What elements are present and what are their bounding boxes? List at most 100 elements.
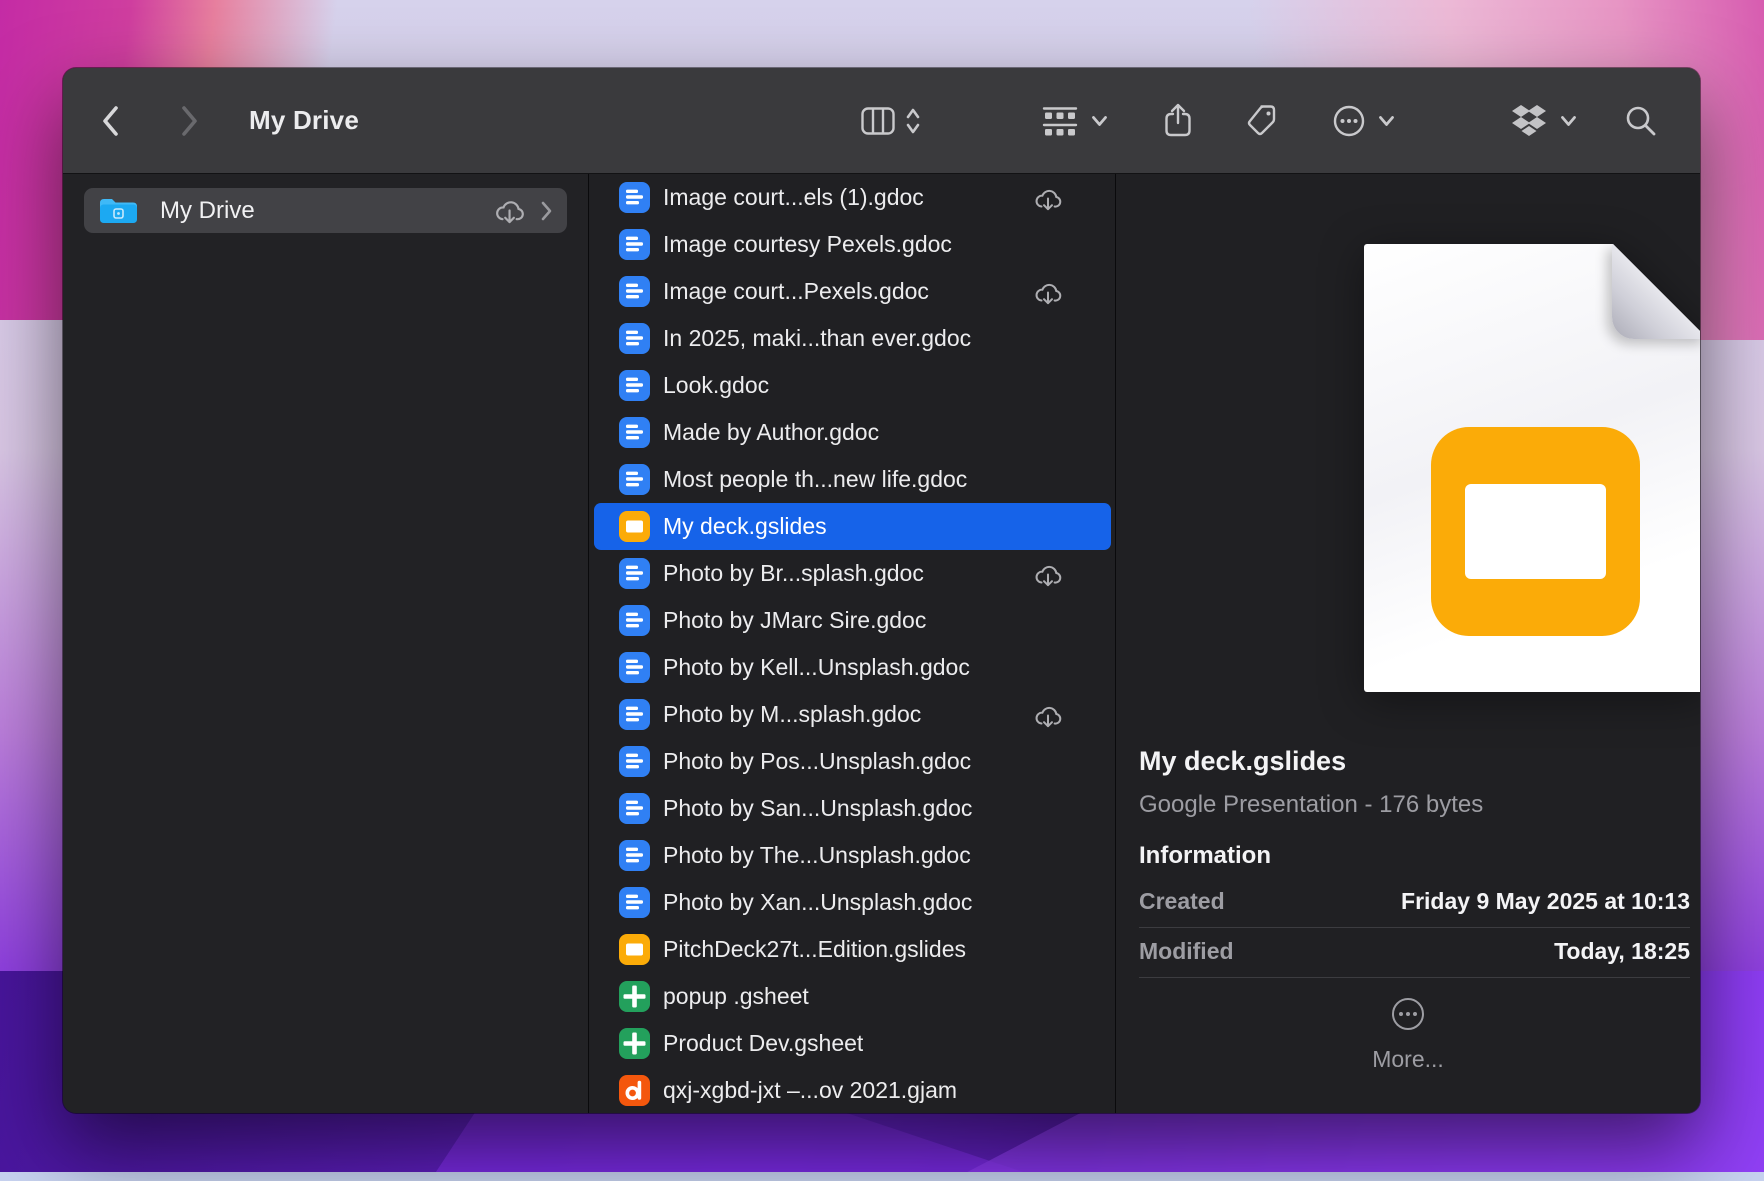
- file-name: qxj-xgbd-jxt –...ov 2021.gjam: [663, 1077, 957, 1104]
- list-item[interactable]: popup .gsheet: [594, 973, 1111, 1020]
- modified-label: Modified: [1139, 938, 1234, 965]
- list-item[interactable]: Photo by JMarc Sire.gdoc: [594, 597, 1111, 644]
- share-icon: [1163, 102, 1193, 140]
- chevron-down-icon: [1378, 115, 1395, 127]
- cloud-download-icon: [1032, 703, 1063, 728]
- created-value: Friday 9 May 2025 at 10:13: [1401, 888, 1690, 915]
- list-item[interactable]: Photo by The...Unsplash.gdoc: [594, 832, 1111, 879]
- file-name: Image court...Pexels.gdoc: [663, 278, 929, 305]
- more-button[interactable]: More...: [1116, 996, 1700, 1073]
- window-title: My Drive: [249, 68, 359, 173]
- list-item[interactable]: Made by Author.gdoc: [594, 409, 1111, 456]
- google-sheets-icon: [619, 981, 650, 1012]
- document-thumbnail: [1240, 209, 1583, 657]
- google-slides-icon: [619, 511, 650, 542]
- search-icon: [1624, 104, 1658, 138]
- sidebar-item-my-drive[interactable]: My Drive: [84, 188, 567, 233]
- blue-folder-icon: [97, 195, 137, 226]
- jamboard-icon: [619, 1075, 650, 1106]
- sort-chevrons-icon: [905, 106, 921, 136]
- file-name: Most people th...new life.gdoc: [663, 466, 967, 493]
- file-name: Made by Author.gdoc: [663, 419, 879, 446]
- file-list: Image court...els (1).gdoc Image courtesy…: [589, 174, 1116, 1113]
- list-item[interactable]: Image courtesy Pexels.gdoc: [594, 221, 1111, 268]
- google-docs-icon: [619, 605, 650, 636]
- search-button[interactable]: [1624, 68, 1658, 173]
- file-name: Photo by JMarc Sire.gdoc: [663, 607, 926, 634]
- file-name: Photo by San...Unsplash.gdoc: [663, 795, 972, 822]
- google-docs-icon: [619, 746, 650, 777]
- google-docs-icon: [619, 558, 650, 589]
- list-item[interactable]: Most people th...new life.gdoc: [594, 456, 1111, 503]
- sidebar-column: My Drive: [63, 174, 589, 1113]
- group-by-icon: [1041, 105, 1079, 137]
- cloud-download-icon: [1032, 186, 1063, 211]
- dropbox-button[interactable]: [1510, 68, 1577, 173]
- info-row-created: Created Friday 9 May 2025 at 10:13: [1139, 884, 1690, 918]
- list-item[interactable]: PitchDeck27t...Edition.gslides: [594, 926, 1111, 973]
- list-item[interactable]: Photo by Kell...Unsplash.gdoc: [594, 644, 1111, 691]
- forward-button[interactable]: [179, 68, 199, 173]
- list-item[interactable]: In 2025, maki...than ever.gdoc: [594, 315, 1111, 362]
- list-item[interactable]: Photo by San...Unsplash.gdoc: [594, 785, 1111, 832]
- google-docs-icon: [619, 699, 650, 730]
- list-item[interactable]: Look.gdoc: [594, 362, 1111, 409]
- info-row-modified: Modified Today, 18:25: [1139, 934, 1690, 968]
- file-name: Product Dev.gsheet: [663, 1030, 863, 1057]
- cloud-download-icon: [1032, 280, 1063, 305]
- more-options-button[interactable]: [1332, 68, 1395, 173]
- google-docs-icon: [619, 370, 650, 401]
- list-item[interactable]: Photo by Br...splash.gdoc: [594, 550, 1111, 597]
- google-docs-icon: [619, 652, 650, 683]
- google-docs-icon: [619, 887, 650, 918]
- column-view-icon: [861, 107, 895, 135]
- tag-icon: [1245, 104, 1279, 138]
- ellipsis-circle-icon: [1332, 104, 1366, 138]
- view-switcher-button[interactable]: [861, 68, 921, 173]
- list-item[interactable]: Photo by M...splash.gdoc: [594, 691, 1111, 738]
- google-docs-icon: [619, 793, 650, 824]
- list-item[interactable]: Image court...els (1).gdoc: [594, 174, 1111, 221]
- information-heading: Information: [1139, 842, 1271, 870]
- file-name: Photo by Pos...Unsplash.gdoc: [663, 748, 971, 775]
- google-slides-logo: [1431, 427, 1640, 636]
- list-item[interactable]: qxj-xgbd-jxt –...ov 2021.gjam: [594, 1067, 1111, 1113]
- list-item[interactable]: Image court...Pexels.gdoc: [594, 268, 1111, 315]
- google-docs-icon: [619, 323, 650, 354]
- divider: [1139, 977, 1690, 978]
- preview-file-name: My deck.gslides: [1139, 746, 1346, 777]
- file-name: Photo by Xan...Unsplash.gdoc: [663, 889, 972, 916]
- more-label: More...: [1372, 1046, 1444, 1073]
- chevron-forward-icon: [179, 104, 199, 138]
- file-name: My deck.gslides: [663, 513, 827, 540]
- divider: [1139, 927, 1690, 928]
- file-name: Photo by Br...splash.gdoc: [663, 560, 924, 587]
- modified-value: Today, 18:25: [1554, 938, 1690, 965]
- finder-window: My Drive: [63, 68, 1700, 1113]
- list-item[interactable]: Photo by Pos...Unsplash.gdoc: [594, 738, 1111, 785]
- sidebar-item-label: My Drive: [160, 197, 255, 225]
- file-name: In 2025, maki...than ever.gdoc: [663, 325, 971, 352]
- chevron-down-icon: [1560, 115, 1577, 127]
- group-by-button[interactable]: [1041, 68, 1108, 173]
- cloud-download-icon: [492, 197, 526, 224]
- share-button[interactable]: [1163, 68, 1193, 173]
- preview-pane: My deck.gslides Google Presentation - 17…: [1116, 174, 1700, 1113]
- file-name: Photo by M...splash.gdoc: [663, 701, 921, 728]
- created-label: Created: [1139, 888, 1225, 915]
- dropbox-icon: [1510, 104, 1548, 138]
- tags-button[interactable]: [1245, 68, 1279, 173]
- preview-file-meta: Google Presentation - 176 bytes: [1139, 791, 1483, 819]
- chevron-down-icon: [1091, 115, 1108, 127]
- back-button[interactable]: [101, 68, 121, 173]
- file-name: Image courtesy Pexels.gdoc: [663, 231, 952, 258]
- wallpaper-bottom-strip: [0, 1172, 1764, 1181]
- google-docs-icon: [619, 417, 650, 448]
- chevron-right-icon: [540, 200, 553, 222]
- ellipsis-circle-icon: [1390, 996, 1426, 1032]
- chevron-back-icon: [101, 104, 121, 138]
- google-slides-icon: [619, 934, 650, 965]
- list-item[interactable]: My deck.gslides: [594, 503, 1111, 550]
- list-item[interactable]: Product Dev.gsheet: [594, 1020, 1111, 1067]
- list-item[interactable]: Photo by Xan...Unsplash.gdoc: [594, 879, 1111, 926]
